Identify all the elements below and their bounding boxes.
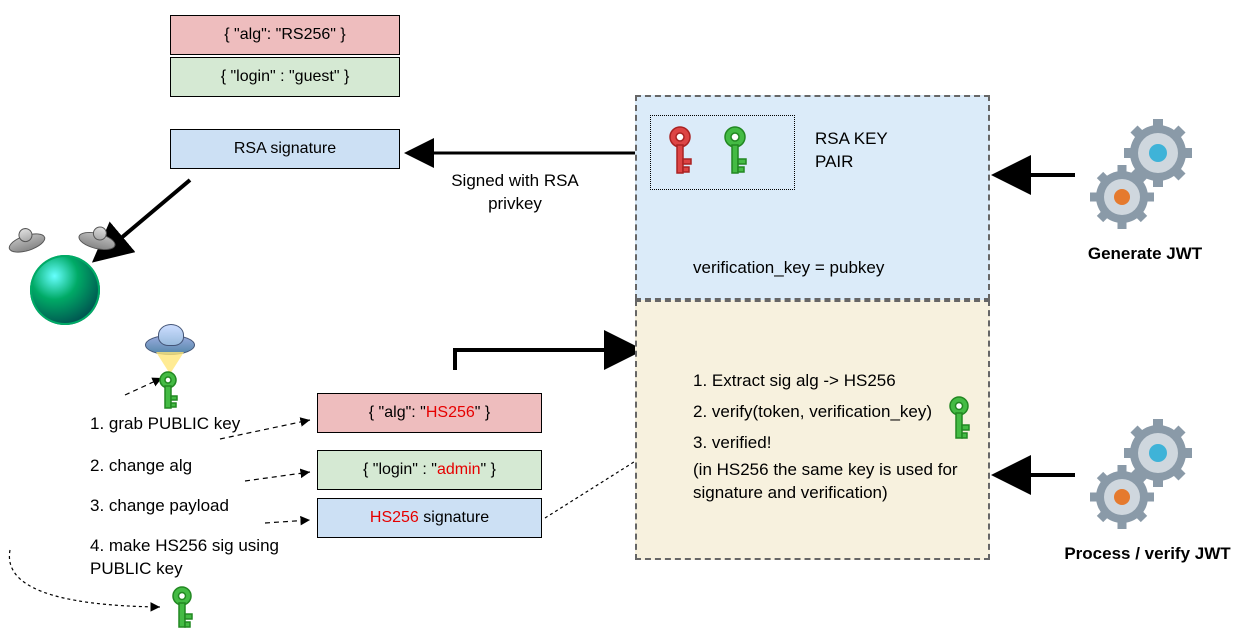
- verify-public-key-icon: [945, 395, 973, 445]
- signed-with-label: Signed with RSA privkey: [425, 170, 605, 216]
- attacker-step-3: 3. change payload: [90, 495, 229, 518]
- process-label: Process / verify JWT: [1060, 543, 1235, 566]
- attacker-step-4: 4. make HS256 sig using PUBLIC key: [90, 535, 290, 581]
- public-key-icon: [720, 125, 750, 180]
- verify-step-3: 3. verified!: [693, 432, 973, 455]
- verify-step-2: 2. verify(token, verification_key): [693, 401, 973, 424]
- jwt-orig-payload: { "login" : "guest" }: [170, 57, 400, 97]
- verify-step-4: (in HS256 the same key is used for signa…: [693, 459, 973, 505]
- gears-generate-icon: [1080, 115, 1210, 235]
- jwt-forged-header: { "alg": "HS256" }: [317, 393, 542, 433]
- jwt-orig-signature-text: RSA signature: [234, 140, 336, 157]
- forged-alg: HS256: [426, 404, 475, 421]
- forged-login: admin: [437, 461, 481, 478]
- attacker-public-key-icon: [155, 370, 181, 415]
- verify-step-1: 1. Extract sig alg -> HS256: [693, 370, 973, 393]
- jwt-orig-header-text: { "alg": "RS256" }: [224, 26, 345, 43]
- diagram-canvas: { "alg": "RS256" } { "login" : "guest" }…: [0, 0, 1249, 637]
- jwt-orig-payload-text: { "login" : "guest" }: [221, 68, 350, 85]
- generate-label: Generate JWT: [1080, 243, 1210, 266]
- attacker-step-2: 2. change alg: [90, 455, 192, 478]
- attacker-step-1: 1. grab PUBLIC key: [90, 413, 240, 436]
- verification-key-line: verification_key = pubkey: [693, 257, 884, 280]
- jwt-orig-signature: RSA signature: [170, 129, 400, 169]
- verify-steps: 1. Extract sig alg -> HS256 2. verify(to…: [693, 370, 973, 505]
- jwt-orig-header: { "alg": "RS256" }: [170, 15, 400, 55]
- globe-icon: [30, 255, 100, 325]
- jwt-forged-signature: HS256 signature: [317, 498, 542, 538]
- hs256-signing-key-icon: [168, 585, 196, 633]
- private-key-icon: [665, 125, 695, 180]
- jwt-forged-payload: { "login" : "admin" }: [317, 450, 542, 490]
- rsa-keypair-label: RSA KEY PAIR: [815, 128, 945, 174]
- gears-verify-icon: [1080, 415, 1210, 535]
